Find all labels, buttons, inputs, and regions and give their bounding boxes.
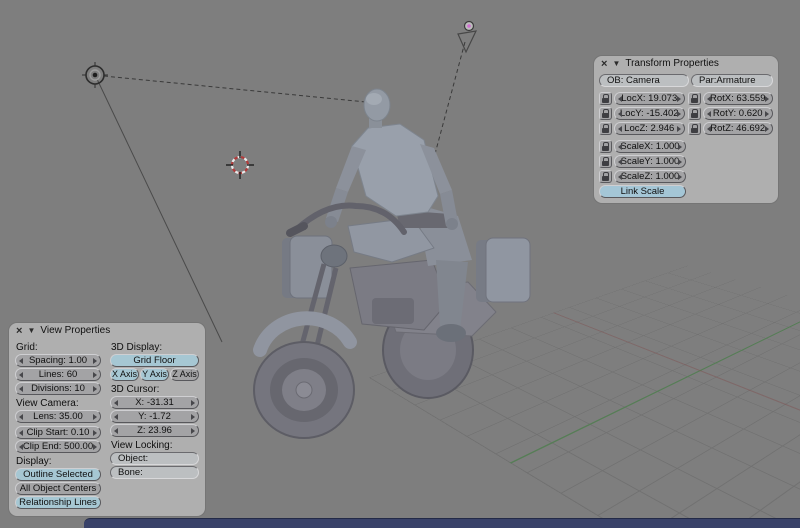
front-hub[interactable] [295, 381, 313, 399]
grid-lines-field[interactable]: Lines: 60 [15, 368, 101, 381]
camera-track-line [96, 78, 223, 343]
lock-icon[interactable] [599, 170, 612, 183]
view-properties-panel: × ▼ View Properties Grid: Spacing: 1.00 … [8, 322, 206, 517]
3d-viewport[interactable]: × ▼ Transform Properties OB: Camera Par:… [0, 0, 800, 528]
lock-bone-field[interactable]: Bone: [110, 466, 199, 479]
toggle-all-object-centers[interactable]: All Object Centers [15, 482, 101, 495]
scalez-field[interactable]: ScaleZ: 1.000 [614, 170, 686, 183]
grid-spacing-field[interactable]: Spacing: 1.00 [15, 354, 101, 367]
link-scale-button[interactable]: Link Scale [599, 185, 686, 198]
transform-properties-panel: × ▼ Transform Properties OB: Camera Par:… [593, 55, 779, 204]
3d-cursor [226, 151, 254, 179]
locx-field[interactable]: LocX: 19.073 [614, 92, 685, 105]
toggle-outline-selected[interactable]: Outline Selected [15, 468, 101, 481]
lock-icon[interactable] [599, 140, 612, 153]
locy-field[interactable]: LocY: -15.402 [614, 107, 685, 120]
lamp-object[interactable] [457, 20, 478, 54]
lock-icon[interactable] [599, 122, 612, 135]
roty-field[interactable]: RotY: 0.620 [702, 107, 773, 120]
lock-icon[interactable] [687, 107, 701, 120]
view-locking-label: View Locking: [111, 440, 173, 451]
lock-icon[interactable] [687, 122, 701, 135]
toggle-x-axis[interactable]: X Axis [110, 368, 139, 381]
rider-boot[interactable] [436, 324, 466, 342]
panel-header[interactable]: × ▼ Transform Properties [594, 56, 778, 72]
panel-title: Transform Properties [625, 58, 719, 69]
scaley-field[interactable]: ScaleY: 1.000 [614, 155, 686, 168]
locz-field[interactable]: LocZ: 2.946 [614, 122, 685, 135]
lock-icon[interactable] [599, 107, 612, 120]
cursor-z-field[interactable]: Z: 23.96 [110, 424, 199, 437]
toggle-grid-floor[interactable]: Grid Floor [110, 354, 199, 367]
3d-display-label: 3D Display: [111, 342, 163, 353]
rider-head-highlight [366, 93, 382, 105]
panel-title: View Properties [40, 325, 111, 336]
lens-field[interactable]: Lens: 35.00 [15, 410, 101, 423]
rider-torso[interactable] [351, 123, 439, 217]
camera-relationship-line [103, 75, 367, 103]
rotz-field[interactable]: RotZ: 46.692 [702, 122, 773, 135]
motorcycle-and-rider-model[interactable] [253, 88, 531, 439]
panel-header[interactable]: × ▼ View Properties [9, 323, 205, 339]
clip-start-field[interactable]: Clip Start: 0.10 [15, 426, 101, 439]
close-icon[interactable]: × [16, 323, 22, 339]
headlight[interactable] [320, 244, 348, 268]
engine-detail[interactable] [372, 298, 414, 324]
grid-divisions-field[interactable]: Divisions: 10 [15, 382, 101, 395]
toggle-relationship-lines[interactable]: Relationship Lines [15, 496, 101, 509]
cursor-x-field[interactable]: X: -31.31 [110, 396, 199, 409]
display-label: Display: [16, 456, 52, 467]
3d-cursor-label: 3D Cursor: [111, 384, 160, 395]
toggle-z-axis[interactable]: Z Axis [170, 368, 199, 381]
rider-right-hand[interactable] [446, 218, 458, 230]
grid-label: Grid: [16, 342, 38, 353]
view-camera-label: View Camera: [16, 398, 79, 409]
left-grip[interactable] [286, 222, 308, 237]
collapse-icon[interactable]: ▼ [612, 56, 620, 72]
parent-field[interactable]: Par:Armature [691, 74, 773, 87]
lock-icon[interactable] [599, 155, 612, 168]
lock-icon[interactable] [687, 92, 701, 105]
cursor-y-field[interactable]: Y: -1.72 [110, 410, 199, 423]
rider-left-hand[interactable] [325, 216, 337, 228]
clip-end-field[interactable]: Clip End: 500.00 [15, 440, 101, 453]
toggle-y-axis[interactable]: Y Axis [140, 368, 169, 381]
rotx-field[interactable]: RotX: 63.559 [702, 92, 773, 105]
camera-object[interactable] [82, 62, 108, 88]
ob-name-field[interactable]: OB: Camera [599, 74, 689, 87]
close-icon[interactable]: × [601, 56, 607, 72]
collapse-icon[interactable]: ▼ [27, 323, 35, 339]
scalex-field[interactable]: ScaleX: 1.000 [614, 140, 686, 153]
lock-icon[interactable] [599, 92, 612, 105]
right-pannier[interactable] [485, 237, 531, 303]
window-header-strip[interactable] [84, 518, 800, 528]
lock-object-field[interactable]: Object: [110, 452, 199, 465]
